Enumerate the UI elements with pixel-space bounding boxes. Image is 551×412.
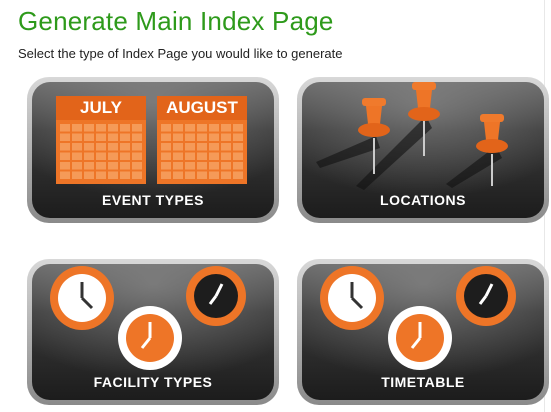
calendar-cell	[185, 152, 195, 160]
calendar-cell	[72, 143, 82, 151]
calendar-cell	[72, 162, 82, 170]
august-month-label: AUGUST	[166, 98, 238, 117]
calendar-cell	[233, 152, 243, 160]
calendar-cell	[185, 171, 195, 179]
calendar-cell	[221, 124, 231, 132]
timetable-tile[interactable]: TIMETABLE	[296, 258, 550, 406]
page-title: Generate Main Index Page	[18, 6, 334, 36]
calendar-cell	[197, 133, 207, 141]
calendar-cell	[185, 133, 195, 141]
calendar-cell	[209, 162, 219, 170]
calendar-cell	[185, 124, 195, 132]
calendar-cell	[120, 162, 130, 170]
calendar-cell	[161, 124, 171, 132]
calendar-cell	[84, 152, 94, 160]
facility-types-label: FACILITY TYPES	[93, 374, 213, 390]
calendar-cell	[60, 143, 70, 151]
calendar-cell	[197, 124, 207, 132]
calendar-cell	[132, 143, 142, 151]
calendar-cell	[185, 162, 195, 170]
event-types-label: EVENT TYPES	[102, 192, 204, 208]
calendar-cell	[209, 133, 219, 141]
calendar-cell	[108, 152, 118, 160]
calendar-cell	[209, 171, 219, 179]
timetable-label: TIMETABLE	[381, 374, 465, 390]
calendar-cell	[173, 171, 183, 179]
calendar-cell	[233, 133, 243, 141]
calendar-cell	[72, 133, 82, 141]
calendar-cell	[96, 143, 106, 151]
calendar-cell	[161, 152, 171, 160]
calendar-cell	[60, 162, 70, 170]
calendar-cell	[120, 171, 130, 179]
calendar-cell	[132, 133, 142, 141]
calendar-cell	[132, 171, 142, 179]
calendar-cell	[108, 162, 118, 170]
calendar-cell	[120, 143, 130, 151]
calendar-cell	[120, 124, 130, 132]
calendar-cell	[221, 133, 231, 141]
calendar-cell	[60, 124, 70, 132]
calendar-cell	[173, 152, 183, 160]
calendar-cell	[221, 171, 231, 179]
calendar-cell	[173, 143, 183, 151]
calendar-cell	[209, 143, 219, 151]
calendar-cell	[173, 133, 183, 141]
calendar-cell	[161, 133, 171, 141]
calendar-cell	[161, 171, 171, 179]
calendar-cell	[60, 171, 70, 179]
calendar-cell	[197, 152, 207, 160]
calendar-cell	[96, 171, 106, 179]
calendar-cell	[197, 171, 207, 179]
calendar-cell	[197, 162, 207, 170]
calendar-cell	[209, 124, 219, 132]
calendar-cell	[173, 124, 183, 132]
calendar-cell	[132, 124, 142, 132]
calendar-cell	[60, 133, 70, 141]
calendar-cell	[96, 133, 106, 141]
calendar-cell	[108, 124, 118, 132]
calendar-cell	[108, 171, 118, 179]
calendar-cell	[233, 124, 243, 132]
calendar-cell	[221, 143, 231, 151]
calendar-cell	[233, 171, 243, 179]
calendar-cell	[96, 152, 106, 160]
event-types-tile[interactable]: JULY AUGUST EVENT TYPES	[26, 76, 280, 224]
calendar-cell	[120, 133, 130, 141]
calendar-cell	[161, 162, 171, 170]
calendar-cell	[72, 124, 82, 132]
calendar-cell	[197, 143, 207, 151]
calendar-cell	[72, 152, 82, 160]
calendar-cell	[108, 143, 118, 151]
calendar-cell	[96, 162, 106, 170]
calendar-cell	[96, 124, 106, 132]
locations-label: LOCATIONS	[380, 192, 466, 208]
calendar-cell	[132, 162, 142, 170]
locations-tile[interactable]: LOCATIONS	[296, 76, 550, 224]
calendar-cell	[84, 143, 94, 151]
calendar-cell	[60, 152, 70, 160]
july-month-label: JULY	[80, 98, 122, 117]
calendar-cell	[84, 171, 94, 179]
calendar-cell	[221, 162, 231, 170]
calendar-cell	[209, 152, 219, 160]
calendar-cell	[84, 133, 94, 141]
calendar-cell	[233, 143, 243, 151]
calendar-cell	[132, 152, 142, 160]
calendar-cell	[185, 143, 195, 151]
calendar-cell	[221, 152, 231, 160]
calendar-cell	[120, 152, 130, 160]
calendar-cell	[173, 162, 183, 170]
calendar-cell	[72, 171, 82, 179]
calendar-cell	[108, 133, 118, 141]
calendar-cell	[161, 143, 171, 151]
calendar-cell	[84, 124, 94, 132]
calendar-cell	[233, 162, 243, 170]
calendar-cell	[84, 162, 94, 170]
facility-types-tile[interactable]: FACILITY TYPES	[26, 258, 280, 406]
page-subtitle: Select the type of Index Page you would …	[18, 46, 343, 61]
